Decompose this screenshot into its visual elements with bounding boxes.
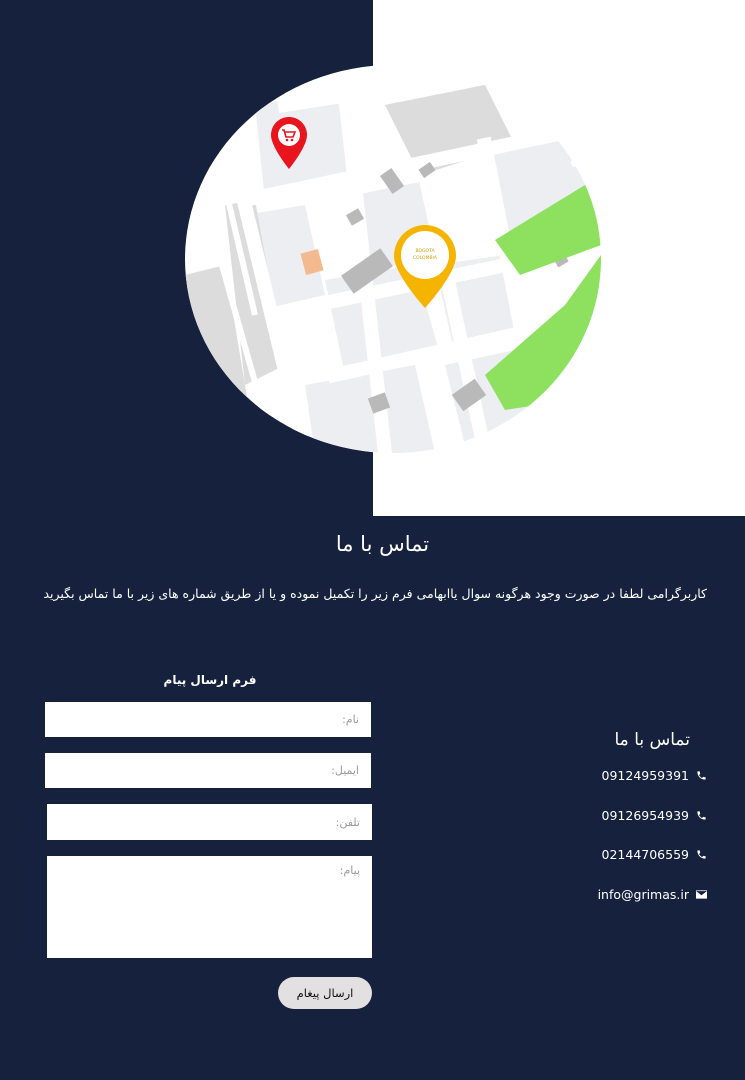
email-item[interactable]: info@grimas.ir bbox=[598, 887, 707, 902]
form-title: فرم ارسال پیام bbox=[163, 673, 257, 687]
email-address: info@grimas.ir bbox=[597, 887, 689, 902]
phone-number-1: 09124959391 bbox=[601, 768, 689, 783]
send-message-button[interactable]: ارسال پیغام bbox=[278, 977, 372, 1009]
envelope-icon bbox=[696, 890, 707, 899]
phone-icon bbox=[697, 850, 706, 859]
phone-item-2[interactable]: 09126954939 bbox=[602, 808, 707, 823]
phone-icon bbox=[697, 771, 706, 780]
pin-label-line2: COLOMBIA bbox=[413, 255, 438, 261]
phone-input[interactable] bbox=[47, 804, 372, 840]
map-illustration: BOGOTA COLOMBIA bbox=[185, 65, 601, 453]
intro-text: کاربرگرامی لطفا در صورت وجود هرگونه سوال… bbox=[43, 586, 707, 601]
email-input[interactable] bbox=[45, 753, 371, 788]
purple-pin-icon bbox=[570, 111, 601, 173]
contact-info-title: تماس با ما bbox=[614, 730, 691, 750]
pin-label-line1: BOGOTA bbox=[415, 248, 435, 254]
phone-icon bbox=[697, 811, 706, 820]
phone-item-3[interactable]: 02144706559 bbox=[602, 847, 707, 862]
message-textarea[interactable] bbox=[47, 856, 372, 958]
phone-number-3: 02144706559 bbox=[601, 847, 689, 862]
phone-item-1[interactable]: 09124959391 bbox=[602, 768, 707, 783]
name-input[interactable] bbox=[45, 702, 371, 737]
phone-number-2: 09126954939 bbox=[601, 808, 689, 823]
section-title: تماس با ما bbox=[335, 532, 430, 556]
